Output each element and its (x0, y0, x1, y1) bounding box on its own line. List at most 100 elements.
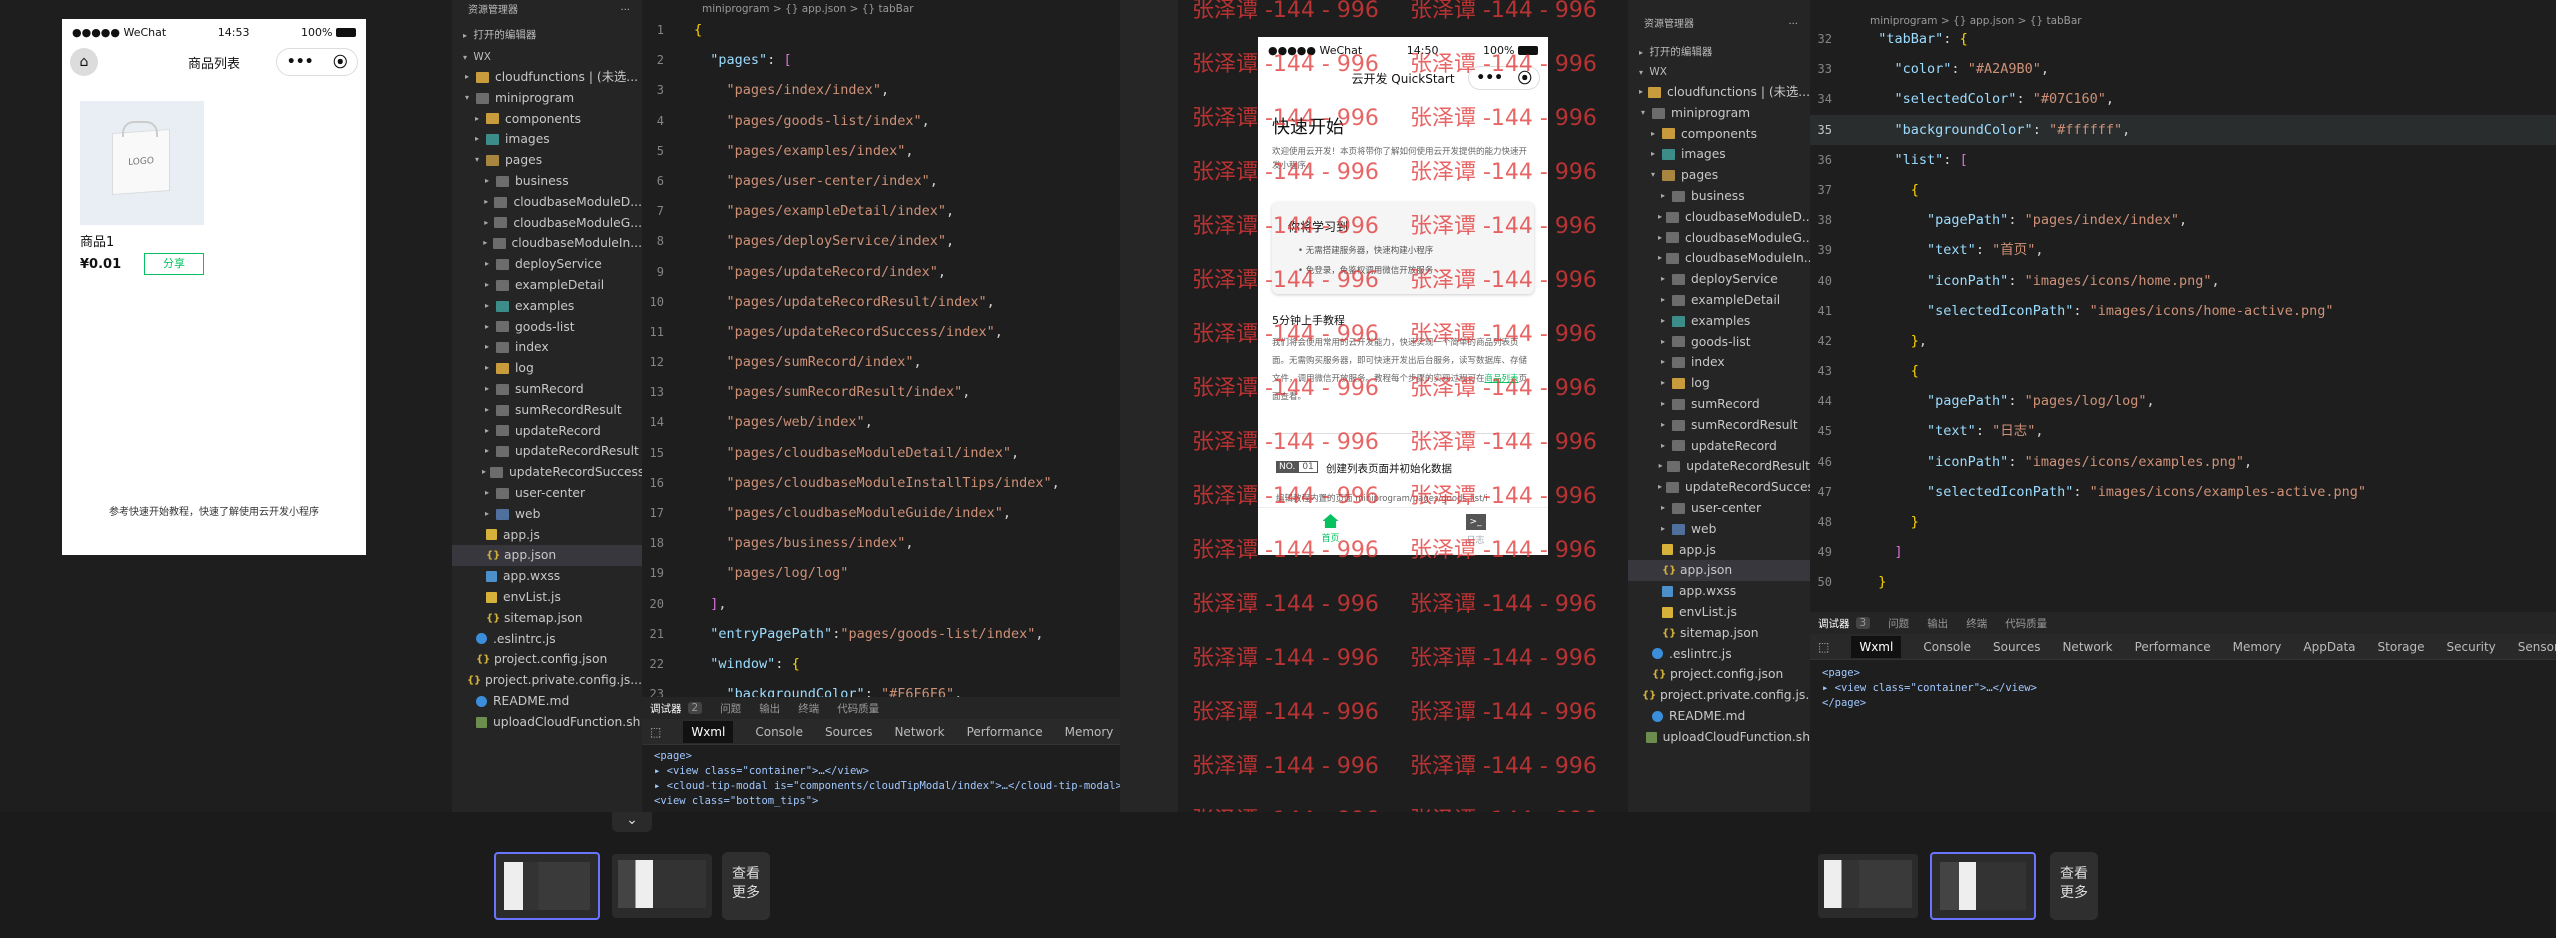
chevron-right-icon[interactable]: ▸ (482, 379, 492, 400)
tree-item[interactable]: app.wxss (452, 566, 642, 587)
chevron-right-icon[interactable]: ▸ (482, 213, 490, 234)
chevron-right-icon[interactable]: ▸ (472, 129, 482, 150)
chevron-right-icon[interactable]: ▸ (1638, 82, 1644, 103)
devtools-tab[interactable]: Console (1923, 640, 1971, 654)
open-editors-section[interactable]: ▸ 打开的编辑器 (452, 25, 642, 45)
wxml-node[interactable]: ▸ <cloud-tip-modal is="components/cloudT… (642, 779, 1120, 794)
close-icon[interactable]: ⦿ (1518, 68, 1532, 88)
chevron-right-icon[interactable]: ▸ (1658, 373, 1668, 394)
window-thumbnail[interactable] (612, 854, 712, 918)
chevron-right-icon[interactable]: ▸ (1658, 415, 1668, 436)
chevron-right-icon[interactable]: ▸ (1658, 186, 1668, 207)
tree-item[interactable]: ▸ index (1628, 352, 1810, 373)
tree-item[interactable]: README.md (452, 691, 642, 712)
tree-item[interactable]: {} sitemap.json (1628, 623, 1810, 644)
chevron-down-icon[interactable]: ▾ (462, 88, 472, 109)
tree-item[interactable]: ▸ examples (1628, 311, 1810, 332)
panel-tab[interactable]: 问题 (1888, 616, 1909, 631)
chevron-right-icon[interactable]: ▸ (1658, 269, 1668, 290)
devtools-tab[interactable]: Performance (2135, 640, 2211, 654)
code-line[interactable]: 14 "pages/web/index", (642, 407, 1120, 437)
chevron-right-icon[interactable]: ▸ (482, 296, 492, 317)
home-icon[interactable]: ⌂ (70, 48, 98, 76)
tree-item[interactable]: ▸ updateRecordSuccess (1628, 477, 1810, 498)
tree-item[interactable]: ▸ sumRecord (452, 379, 642, 400)
root-folder[interactable]: ▾ WX (1628, 62, 1810, 82)
tree-item[interactable]: {} project.config.json (1628, 664, 1810, 685)
tree-item[interactable]: ▸ business (1628, 186, 1810, 207)
panel-tab[interactable]: 输出 (759, 701, 780, 716)
chevron-right-icon[interactable]: ▸ (462, 67, 472, 88)
code-line[interactable]: 38 "pagePath": "pages/index/index", (1810, 205, 2556, 235)
tree-item[interactable]: envList.js (1628, 602, 1810, 623)
chevron-right-icon[interactable]: ▸ (482, 192, 490, 213)
code-line[interactable]: 22 "window": { (642, 649, 1120, 679)
chevron-right-icon[interactable]: ▸ (1658, 498, 1668, 519)
chevron-right-icon[interactable]: ▸ (482, 504, 492, 525)
code-line[interactable]: 39 "text": "首页", (1810, 235, 2556, 265)
devtools-tab[interactable]: AppData (2303, 640, 2355, 654)
panel-tab[interactable]: 代码质量 (837, 701, 879, 716)
panel-tab[interactable]: 调试器 (1818, 616, 1850, 631)
left-code-editor[interactable]: miniprogram > {} app.json > {} tabBar 1{… (642, 0, 1120, 700)
wxml-node[interactable]: </page> (1810, 696, 2556, 711)
devtools-tab[interactable]: Memory (1065, 725, 1114, 739)
chevron-right-icon[interactable]: ▸ (1658, 332, 1668, 353)
devtools-tab[interactable]: Performance (967, 725, 1043, 739)
tree-item[interactable]: ▸ updateRecordResult (1628, 456, 1810, 477)
more-windows-button[interactable]: 查看 更多 (2050, 852, 2098, 920)
more-icon[interactable]: ··· (1788, 14, 1798, 36)
chevron-right-icon[interactable]: ▸ (482, 254, 492, 275)
code-line[interactable]: 15 "pages/cloudbaseModuleDetail/index", (642, 438, 1120, 468)
chevron-right-icon[interactable]: ▸ (482, 483, 492, 504)
collapse-toggle[interactable]: ⌄ (612, 812, 652, 832)
chevron-right-icon[interactable]: ▸ (482, 400, 492, 421)
tree-item[interactable]: uploadCloudFunction.sh (1628, 727, 1810, 748)
panel-tab[interactable]: 问题 (720, 701, 741, 716)
chevron-right-icon[interactable]: ▸ (1648, 124, 1658, 145)
devtools-tab[interactable]: Storage (2378, 640, 2425, 654)
code-line[interactable]: 46 "iconPath": "images/icons/examples.pn… (1810, 447, 2556, 477)
tree-item[interactable]: ▸ cloudbaseModuleD... (1628, 207, 1810, 228)
chevron-right-icon[interactable]: ▸ (1658, 477, 1662, 498)
tree-item[interactable]: ▸ sumRecordResult (1628, 415, 1810, 436)
inspect-icon[interactable]: ⬚ (1818, 640, 1829, 654)
devtools-tab[interactable]: Network (2062, 640, 2112, 654)
chevron-right-icon[interactable]: ▸ (1658, 394, 1668, 415)
code-line[interactable]: 45 "text": "日志", (1810, 416, 2556, 446)
tree-item[interactable]: ▸ updateRecordResult (452, 441, 642, 462)
window-thumbnail[interactable] (1930, 852, 2036, 920)
chevron-right-icon[interactable]: ▸ (482, 233, 489, 254)
code-line[interactable]: 8 "pages/deployService/index", (642, 226, 1120, 256)
more-icon[interactable]: ••• (1476, 70, 1503, 86)
tree-item[interactable]: ▾ miniprogram (452, 88, 642, 109)
code-line[interactable]: 5 "pages/examples/index", (642, 136, 1120, 166)
code-line[interactable]: 20 ], (642, 589, 1120, 619)
panel-tab[interactable]: 终端 (1966, 616, 1987, 631)
tree-item[interactable]: ▸ components (452, 109, 642, 130)
devtools-tab[interactable]: Wxml (1851, 635, 1902, 658)
chevron-down-icon[interactable]: ▾ (1648, 165, 1658, 186)
chevron-right-icon[interactable]: ▸ (482, 275, 492, 296)
capsule-button[interactable]: ••• ⦿ (276, 48, 358, 76)
chevron-right-icon[interactable]: ▸ (482, 317, 492, 338)
product-card[interactable]: LOGO (80, 101, 204, 225)
chevron-right-icon[interactable]: ▸ (1658, 207, 1662, 228)
tab-log[interactable]: >_ 日志 (1403, 508, 1548, 555)
chevron-right-icon[interactable]: ▸ (1658, 228, 1662, 249)
tab-home[interactable]: 首页 (1258, 508, 1403, 555)
tree-item[interactable]: .eslintrc.js (1628, 644, 1810, 665)
code-line[interactable]: 42 }, (1810, 326, 2556, 356)
code-line[interactable]: 3 "pages/index/index", (642, 75, 1120, 105)
tree-item[interactable]: ▸ updateRecordSuccess (452, 462, 642, 483)
tree-item[interactable]: ▸ goods-list (452, 317, 642, 338)
inspect-icon[interactable]: ⬚ (650, 725, 661, 739)
code-line[interactable]: 36 "list": [ (1810, 145, 2556, 175)
tree-item[interactable]: ▾ pages (1628, 165, 1810, 186)
tree-item[interactable]: app.js (452, 525, 642, 546)
tree-item[interactable]: ▸ index (452, 337, 642, 358)
tree-item[interactable]: ▸ user-center (1628, 498, 1810, 519)
root-folder[interactable]: ▾ WX (452, 47, 642, 67)
chevron-right-icon[interactable]: ▸ (482, 337, 492, 358)
code-line[interactable]: 6 "pages/user-center/index", (642, 166, 1120, 196)
